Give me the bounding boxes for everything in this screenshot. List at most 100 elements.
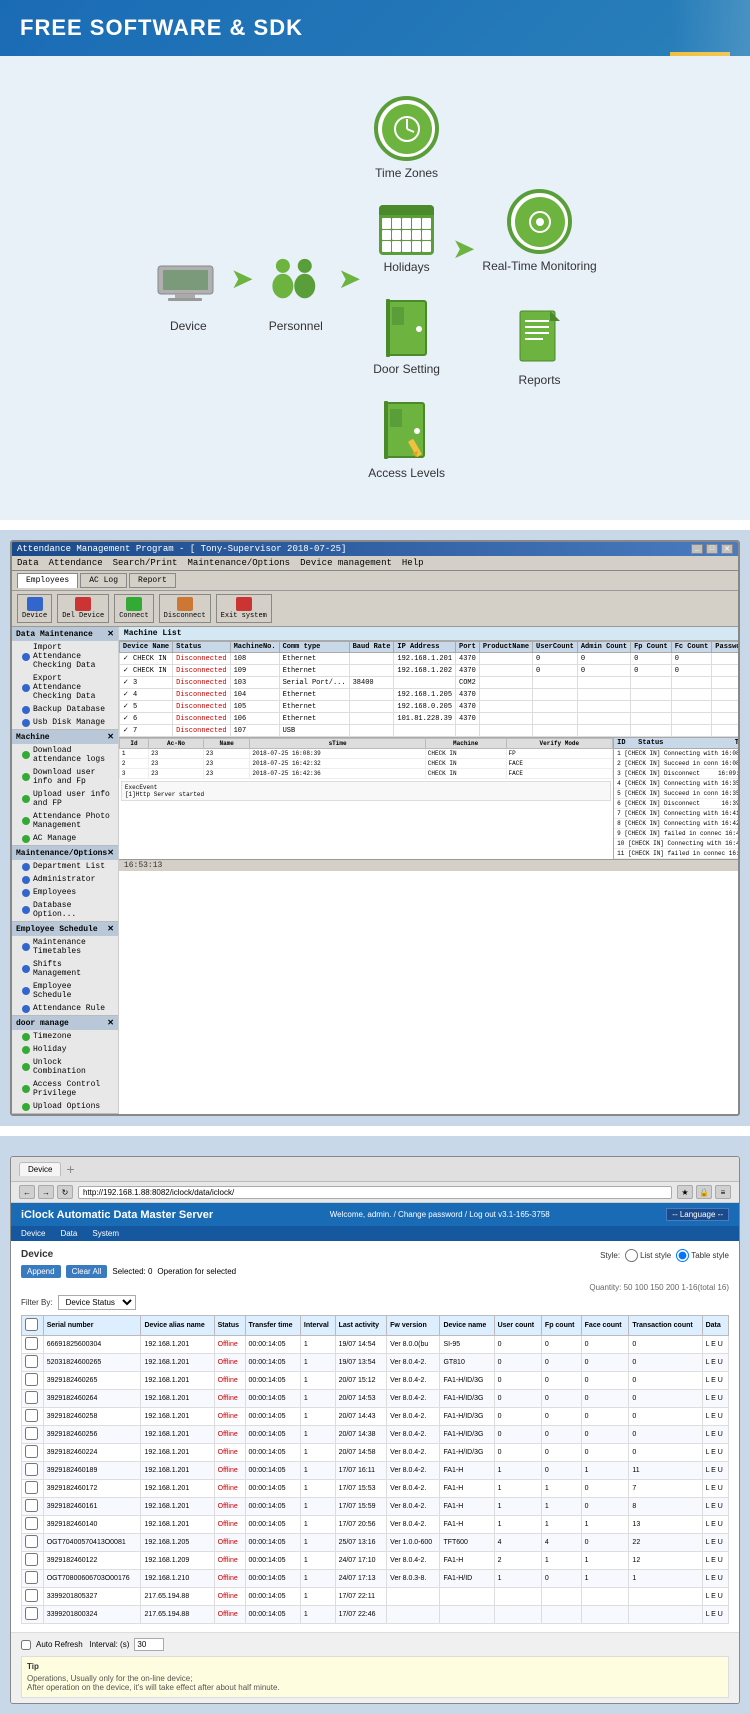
menu-btn[interactable]: ≡ — [715, 1185, 731, 1199]
tab-aclog[interactable]: AC Log — [80, 573, 127, 588]
append-btn[interactable]: Append — [21, 1265, 61, 1278]
web-device-row[interactable]: 3399201805327217.65.194.88Offline00:00:1… — [22, 1588, 729, 1606]
address-bar[interactable]: http://192.168.1.88:8082/iclock/data/icl… — [78, 1186, 672, 1199]
device-tool-btn[interactable]: Device — [17, 594, 52, 623]
machine-row-7[interactable]: ✓ 7 Disconnected 107 USB — [119, 725, 740, 737]
row-checkbox[interactable] — [25, 1535, 38, 1548]
row-checkbox[interactable] — [25, 1391, 38, 1404]
browser-tab[interactable]: Device — [19, 1162, 61, 1176]
refresh-interval-input[interactable] — [134, 1638, 164, 1651]
row-checkbox[interactable] — [25, 1373, 38, 1386]
machine-row-3[interactable]: ✓ 3 Disconnected 103 Serial Port/... 384… — [119, 677, 740, 689]
sidebar-export[interactable]: Export Attendance Checking Data — [12, 672, 118, 703]
sidebar-timezone[interactable]: Timezone — [12, 1030, 118, 1043]
row-checkbox[interactable] — [25, 1409, 38, 1422]
refresh-btn[interactable]: ↻ — [57, 1185, 73, 1199]
sidebar-dept[interactable]: Department List — [12, 860, 118, 873]
sidebar-usb[interactable]: Usb Disk Manage — [12, 716, 118, 729]
sidebar-admin[interactable]: Administrator — [12, 873, 118, 886]
table-style-option[interactable]: Table style — [676, 1249, 729, 1262]
list-style-radio[interactable] — [625, 1249, 638, 1262]
sidebar-import[interactable]: Import Attendance Checking Data — [12, 641, 118, 672]
nav-data[interactable]: Data — [60, 1229, 77, 1238]
sidebar-shifts[interactable]: Shifts Management — [12, 958, 118, 980]
exit-system-btn[interactable]: Exit system — [216, 594, 272, 623]
select-all-checkbox[interactable] — [25, 1318, 38, 1331]
row-checkbox[interactable] — [25, 1571, 38, 1584]
row-checkbox[interactable] — [25, 1337, 38, 1350]
log-scroll[interactable]: 1 [CHECK IN] Connecting with 16:08:40 07… — [614, 749, 740, 859]
machine-row-2[interactable]: ✓ CHECK IN Disconnected 109 Ethernet 192… — [119, 665, 740, 677]
device-table-container[interactable]: Serial number Device alias name Status T… — [21, 1315, 729, 1624]
sidebar-header-data[interactable]: Data Maintenance ✕ — [12, 627, 118, 641]
del-device-btn[interactable]: Del Device — [57, 594, 109, 623]
web-device-row[interactable]: 3929182460265192.168.1.201Offline00:00:1… — [22, 1372, 729, 1390]
web-device-row[interactable]: OGT70800606703O00176192.168.1.210Offline… — [22, 1570, 729, 1588]
maximize-btn[interactable]: □ — [706, 544, 718, 554]
trans-row-1[interactable]: 1 23 23 2018-07-25 16:08:39 CHECK IN FP — [119, 749, 612, 759]
sidebar-upload-user[interactable]: Upload user info and FP — [12, 788, 118, 810]
sidebar-unlock[interactable]: Unlock Combination — [12, 1056, 118, 1078]
sidebar-header-sched[interactable]: Employee Schedule ✕ — [12, 922, 118, 936]
row-checkbox[interactable] — [25, 1499, 38, 1512]
web-device-row[interactable]: 3929182460264192.168.1.201Offline00:00:1… — [22, 1390, 729, 1408]
language-btn[interactable]: -- Language -- — [666, 1208, 729, 1221]
sidebar-ac-manage[interactable]: AC Manage — [12, 832, 118, 845]
row-checkbox[interactable] — [25, 1517, 38, 1530]
web-device-row[interactable]: 3929182460172192.168.1.201Offline00:00:1… — [22, 1480, 729, 1498]
machine-row-6[interactable]: ✓ 6 Disconnected 106 Ethernet 101.81.228… — [119, 713, 740, 725]
machine-table-container[interactable]: Device Name Status MachineNo. Comm type … — [119, 641, 740, 737]
sidebar-att-rule[interactable]: Attendance Rule — [12, 1002, 118, 1015]
close-btn[interactable]: ✕ — [721, 544, 733, 554]
star-btn[interactable]: ★ — [677, 1185, 693, 1199]
trans-row-3[interactable]: 3 23 23 2018-07-25 16:42:36 CHECK IN FAC… — [119, 769, 612, 779]
machine-row-5[interactable]: ✓ 5 Disconnected 105 Ethernet 192.168.0.… — [119, 701, 740, 713]
web-device-row[interactable]: 66691825600304192.168.1.201Offline00:00:… — [22, 1336, 729, 1354]
menu-attendance[interactable]: Attendance — [49, 558, 103, 568]
nav-system[interactable]: System — [92, 1229, 119, 1238]
trans-row-2[interactable]: 2 23 23 2018-07-25 16:42:32 CHECK IN FAC… — [119, 759, 612, 769]
tab-report[interactable]: Report — [129, 573, 176, 588]
menu-data[interactable]: Data — [17, 558, 39, 568]
web-device-row[interactable]: 3929182460256192.168.1.201Offline00:00:1… — [22, 1426, 729, 1444]
auto-refresh-checkbox[interactable] — [21, 1640, 31, 1650]
machine-row-4[interactable]: ✓ 4 Disconnected 104 Ethernet 192.168.1.… — [119, 689, 740, 701]
menu-device-mgmt[interactable]: Device management — [300, 558, 392, 568]
sidebar-upload-opts[interactable]: Upload Options — [12, 1100, 118, 1113]
web-device-row[interactable]: OGT70400570413O0081192.168.1.205Offline0… — [22, 1534, 729, 1552]
row-checkbox[interactable] — [25, 1481, 38, 1494]
web-device-row[interactable]: 3929182460224192.168.1.201Offline00:00:1… — [22, 1444, 729, 1462]
web-device-row[interactable]: 52031824600265192.168.1.201Offline00:00:… — [22, 1354, 729, 1372]
sidebar-header-maint[interactable]: Maintenance/Options ✕ — [12, 846, 118, 860]
disconnect-btn[interactable]: Disconnect — [159, 594, 211, 623]
row-checkbox[interactable] — [25, 1427, 38, 1440]
list-style-option[interactable]: List style — [625, 1249, 671, 1262]
filter-select[interactable]: Device Status — [58, 1295, 136, 1310]
sidebar-holiday[interactable]: Holiday — [12, 1043, 118, 1056]
sidebar-emp-sched[interactable]: Employee Schedule — [12, 980, 118, 1002]
win-controls[interactable]: _ □ ✕ — [691, 544, 733, 554]
sidebar-photo[interactable]: Attendance Photo Management — [12, 810, 118, 832]
row-checkbox[interactable] — [25, 1553, 38, 1566]
sidebar-employees[interactable]: Employees — [12, 886, 118, 899]
web-device-row[interactable]: 3929182460189192.168.1.201Offline00:00:1… — [22, 1462, 729, 1480]
row-checkbox[interactable] — [25, 1463, 38, 1476]
web-device-row[interactable]: 3399201800324217.65.194.88Offline00:00:1… — [22, 1606, 729, 1624]
row-checkbox[interactable] — [25, 1607, 38, 1620]
forward-btn[interactable]: → — [38, 1185, 54, 1199]
web-device-row[interactable]: 3929182460161192.168.1.201Offline00:00:1… — [22, 1498, 729, 1516]
row-checkbox[interactable] — [25, 1445, 38, 1458]
menu-help[interactable]: Help — [402, 558, 424, 568]
sidebar-download-logs[interactable]: Download attendance logs — [12, 744, 118, 766]
sidebar-download-user[interactable]: Download user info and Fp — [12, 766, 118, 788]
minimize-btn[interactable]: _ — [691, 544, 703, 554]
connect-btn[interactable]: Connect — [114, 594, 153, 623]
new-tab-btn[interactable]: + — [66, 1161, 74, 1177]
row-checkbox[interactable] — [25, 1355, 38, 1368]
menu-maintenance[interactable]: Maintenance/Options — [187, 558, 290, 568]
web-device-row[interactable]: 3929182460258192.168.1.201Offline00:00:1… — [22, 1408, 729, 1426]
sidebar-access-priv[interactable]: Access Control Privilege — [12, 1078, 118, 1100]
sidebar-header-door[interactable]: door manage ✕ — [12, 1016, 118, 1030]
sidebar-timetables[interactable]: Maintenance Timetables — [12, 936, 118, 958]
tab-employees[interactable]: Employees — [17, 573, 78, 588]
